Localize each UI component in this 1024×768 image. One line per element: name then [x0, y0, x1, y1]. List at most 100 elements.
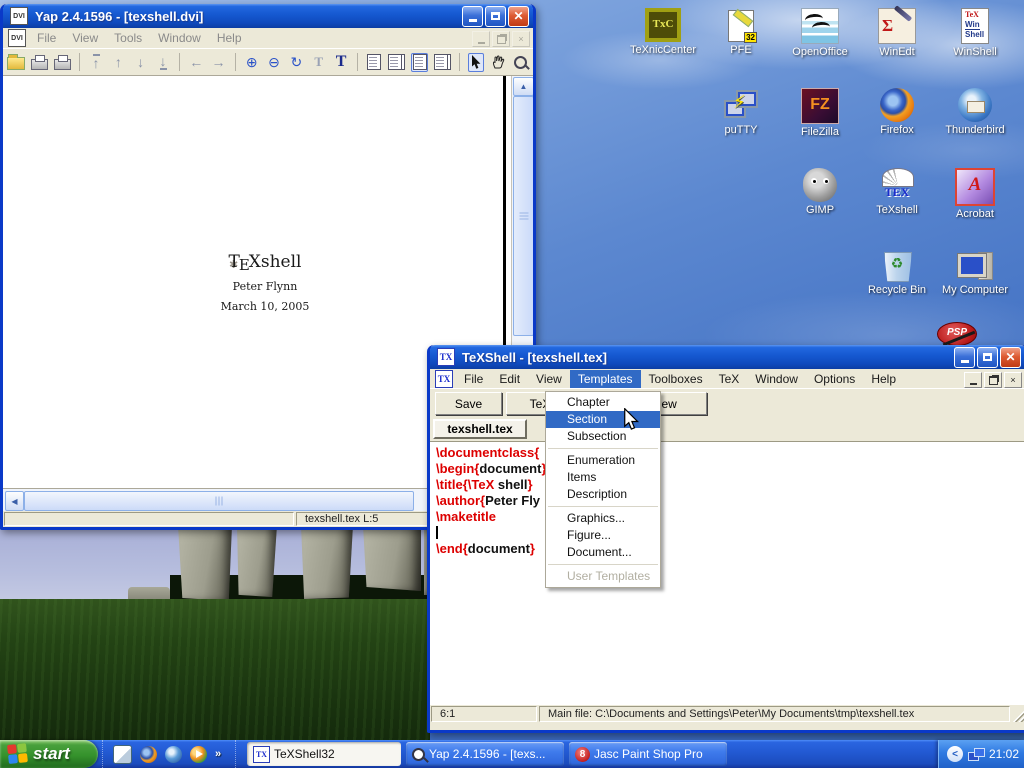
- mdi-restore-button[interactable]: [984, 372, 1002, 388]
- vertical-scroll-thumb[interactable]: [513, 96, 533, 336]
- horizontal-scroll-thumb[interactable]: [24, 491, 414, 511]
- desktop-icon-openoffice[interactable]: OpenOffice: [784, 8, 856, 58]
- menu-item-items[interactable]: Items: [546, 469, 660, 486]
- desktop-icon-label: Acrobat: [939, 208, 1011, 220]
- continuous-view-icon[interactable]: [411, 53, 428, 72]
- maximize-button[interactable]: [485, 6, 506, 27]
- texshell-menu-help[interactable]: Help: [863, 370, 904, 388]
- facing-pages-view-icon[interactable]: [388, 53, 405, 72]
- desktop-icon-texshell[interactable]: TEXTeXshell: [861, 168, 933, 216]
- zoom-in-icon[interactable]: ⊕: [244, 53, 260, 72]
- pfe-icon: 32: [728, 10, 754, 42]
- last-page-icon[interactable]: ↓: [155, 53, 171, 72]
- editor-tab-row: texshell.tex: [430, 417, 1024, 441]
- yap-menu-view[interactable]: View: [64, 29, 106, 47]
- taskbar-task-yap-2-4-1596-texs[interactable]: Yap 2.4.1596 - [texs...: [406, 742, 564, 766]
- maximize-button[interactable]: [977, 347, 998, 368]
- desktop-icon-winedt[interactable]: ΣWinEdt: [861, 8, 933, 58]
- forward-icon[interactable]: →: [210, 53, 226, 72]
- texshell-menu-edit[interactable]: Edit: [491, 370, 528, 388]
- close-button[interactable]: ✕: [1000, 347, 1021, 368]
- text-tool-icon[interactable]: T: [333, 53, 349, 72]
- minimize-button[interactable]: [462, 6, 483, 27]
- tex-source-editor[interactable]: \documentclass{\begin{document}\title{\T…: [430, 441, 1024, 705]
- mdi-minimize-button[interactable]: [472, 31, 490, 47]
- texshell-menu-options[interactable]: Options: [806, 370, 863, 388]
- yap-menu-file[interactable]: File: [29, 29, 64, 47]
- hand-tool-icon[interactable]: [490, 53, 506, 72]
- desktop-icon-psp[interactable]: PSP: [921, 322, 993, 346]
- taskbar-task-jasc-paint-shop-pro[interactable]: 8Jasc Paint Shop Pro: [569, 742, 727, 766]
- refresh-icon[interactable]: ↻: [288, 53, 304, 72]
- open-icon[interactable]: [7, 53, 25, 72]
- desktop-icon-filezilla[interactable]: FZFileZilla: [784, 88, 856, 138]
- desktop-icon-mycomputer[interactable]: My Computer: [939, 248, 1011, 296]
- texshell-menu-tex[interactable]: TeX: [711, 370, 748, 388]
- texshell-menu-window[interactable]: Window: [747, 370, 806, 388]
- desktop-icon-thunderbird[interactable]: Thunderbird: [939, 88, 1011, 136]
- menu-item-chapter[interactable]: Chapter: [546, 394, 660, 411]
- toolbar-button-save[interactable]: Save: [435, 392, 502, 415]
- gimp-icon: [803, 168, 837, 202]
- yap-menubar: DVI FileViewToolsWindowHelp ×: [3, 28, 533, 48]
- print-icon[interactable]: [31, 53, 48, 72]
- mdi-close-button[interactable]: ×: [1004, 372, 1022, 388]
- texshell-menu-view[interactable]: View: [528, 370, 570, 388]
- desktop-icon-gimp[interactable]: GIMP: [784, 168, 856, 216]
- desktop-icon-acrobat[interactable]: A Acrobat: [939, 168, 1011, 220]
- pointer-tool-icon[interactable]: [468, 53, 485, 72]
- menu-item-enumeration[interactable]: Enumeration: [546, 452, 660, 469]
- tray-collapse-chevron-icon[interactable]: <: [947, 746, 963, 762]
- firefox-icon: [880, 88, 914, 122]
- menu-item-subsection[interactable]: Subsection: [546, 428, 660, 445]
- main-file-status: Main file: C:\Documents and Settings\Pet…: [539, 706, 1010, 722]
- texshell-menu-file[interactable]: File: [456, 370, 491, 388]
- desktop-icon-firefox[interactable]: Firefox: [861, 88, 933, 136]
- mdi-minimize-button[interactable]: [964, 372, 982, 388]
- acrobat-icon: A: [955, 168, 995, 206]
- menu-item-graphics[interactable]: Graphics...: [546, 510, 660, 527]
- texshell-menu-templates[interactable]: Templates: [570, 370, 641, 388]
- previous-page-icon[interactable]: ↑: [110, 53, 126, 72]
- texshell-titlebar[interactable]: TX TeXShell - [texshell.tex] ✕: [430, 345, 1024, 369]
- psp-task-icon: 8: [575, 747, 590, 762]
- taskbar-task-texshell32[interactable]: TXTeXShell32: [247, 742, 401, 766]
- scroll-left-button[interactable]: ◀: [5, 491, 24, 511]
- minimize-button[interactable]: [954, 347, 975, 368]
- desktop-icon-pfe[interactable]: 32PFE: [705, 8, 777, 56]
- yap-mdi-buttons: ×: [472, 31, 530, 47]
- continuous-facing-view-icon[interactable]: [434, 53, 451, 72]
- yap-menu-tools[interactable]: Tools: [106, 29, 150, 47]
- zoom-out-icon[interactable]: ⊖: [266, 53, 282, 72]
- desktop-icon-winshell[interactable]: TeXWinShellWinShell: [939, 8, 1011, 58]
- resize-grip[interactable]: [1011, 705, 1024, 723]
- back-icon[interactable]: ←: [188, 53, 204, 72]
- menu-item-figure[interactable]: Figure...: [546, 527, 660, 544]
- yap-menu-help[interactable]: Help: [209, 29, 250, 47]
- magnifier-tool-icon[interactable]: [513, 53, 529, 72]
- scroll-up-button[interactable]: ▲: [513, 77, 533, 96]
- print-setup-icon[interactable]: [54, 53, 71, 72]
- next-page-icon[interactable]: ↓: [133, 53, 149, 72]
- network-tray-icon[interactable]: [968, 748, 984, 761]
- menu-item-description[interactable]: Description: [546, 486, 660, 503]
- yap-status-left: [4, 512, 294, 526]
- yap-menu-window[interactable]: Window: [150, 29, 209, 47]
- desktop-icon-texniccenter[interactable]: TxCTeXnicCenter: [627, 8, 699, 56]
- tab-texshell-tex[interactable]: texshell.tex: [433, 419, 527, 439]
- single-page-view-icon[interactable]: [366, 53, 382, 72]
- ruler-tool-icon[interactable]: T: [311, 53, 327, 72]
- texshell-menu-toolboxes[interactable]: Toolboxes: [641, 370, 711, 388]
- desktop-icon-putty[interactable]: ⚡puTTY: [705, 88, 777, 136]
- close-button[interactable]: ✕: [508, 6, 529, 27]
- menu-item-section[interactable]: Section: [546, 411, 660, 428]
- menu-item-user-templates[interactable]: User Templates: [546, 568, 660, 585]
- menu-item-document[interactable]: Document...: [546, 544, 660, 561]
- mdi-close-button[interactable]: ×: [512, 31, 530, 47]
- desktop-icon-recyclebin[interactable]: ♻Recycle Bin: [861, 248, 933, 296]
- first-page-icon[interactable]: ↑: [88, 53, 104, 72]
- mdi-restore-button[interactable]: [492, 31, 510, 47]
- stone: [301, 525, 353, 599]
- desktop-icon-label: GIMP: [784, 204, 856, 216]
- yap-titlebar[interactable]: DVI Yap 2.4.1596 - [texshell.dvi] ✕: [3, 4, 533, 28]
